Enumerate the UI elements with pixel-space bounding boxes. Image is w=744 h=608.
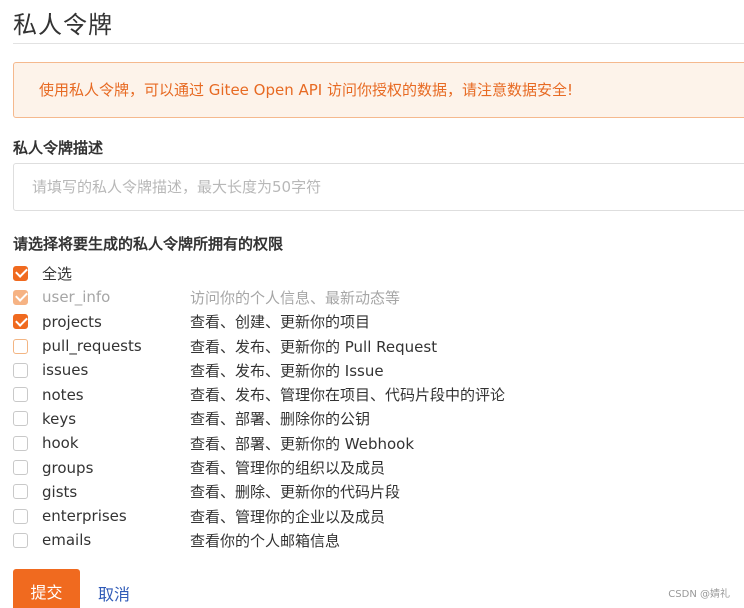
permission-checkbox[interactable] [13, 484, 28, 500]
security-alert: 使用私人令牌，可以通过 Gitee Open API 访问你授权的数据，请注意数… [13, 62, 744, 118]
permission-list: 全选 user_info 访问你的个人信息、最新动态等 projects 查看、创建、… [13, 261, 733, 553]
permission-description: 查看、删除、更新你的代码片段 [190, 483, 401, 502]
permission-name: notes [42, 385, 84, 404]
permission-name: enterprises [42, 507, 127, 526]
permission-row-user-info: user_info 访问你的个人信息、最新动态等 [13, 285, 733, 309]
permission-checkbox[interactable] [13, 411, 28, 427]
permission-description: 查看、管理你的组织以及成员 [190, 459, 386, 478]
permission-row-pull-requests[interactable]: pull_requests 查看、发布、更新你的 Pull Request [13, 334, 733, 358]
permission-row-notes[interactable]: notes 查看、发布、管理你在项目、代码片段中的评论 [13, 382, 733, 406]
permission-checkbox[interactable] [13, 435, 28, 451]
select-all-checkbox[interactable] [13, 265, 28, 281]
permission-name: hook [42, 434, 79, 453]
permission-name: pull_requests [42, 337, 142, 356]
checkmark-icon [14, 313, 28, 327]
permission-description: 查看、部署、更新你的 Webhook [190, 434, 415, 453]
permission-description: 查看、管理你的企业以及成员 [190, 507, 386, 526]
description-input[interactable] [13, 163, 744, 211]
permission-name: issues [42, 361, 89, 380]
permission-description: 查看、发布、更新你的 Issue [190, 361, 384, 380]
permission-description: 查看你的个人邮箱信息 [190, 531, 341, 550]
permission-name: projects [42, 312, 102, 331]
permission-description: 查看、部署、删除你的公钥 [190, 410, 371, 429]
permission-row-issues[interactable]: issues 查看、发布、更新你的 Issue [13, 358, 733, 382]
permission-row-projects[interactable]: projects 查看、创建、更新你的项目 [13, 310, 733, 334]
watermark: CSDN @婧礼 [668, 589, 730, 600]
title-divider [13, 43, 744, 44]
alert-text: 使用私人令牌，可以通过 Gitee Open API 访问你授权的数据，请注意数… [39, 81, 574, 99]
permission-name: emails [42, 531, 92, 550]
permission-description: 查看、发布、更新你的 Pull Request [190, 337, 438, 356]
select-all-label: 全选 [42, 264, 73, 283]
permission-checkbox[interactable] [13, 387, 28, 403]
page-title: 私人令牌 [13, 11, 113, 39]
checkmark-icon [14, 265, 28, 279]
permission-row-groups[interactable]: groups 查看、管理你的组织以及成员 [13, 455, 733, 479]
permission-checkbox [13, 289, 28, 305]
select-all-row[interactable]: 全选 [13, 261, 733, 285]
permission-description: 访问你的个人信息、最新动态等 [190, 288, 401, 307]
permission-name: gists [42, 482, 78, 501]
permission-row-enterprises[interactable]: enterprises 查看、管理你的企业以及成员 [13, 504, 733, 528]
permission-checkbox[interactable] [13, 460, 28, 476]
permission-description: 查看、创建、更新你的项目 [190, 313, 371, 332]
private-token-page: 私人令牌 使用私人令牌，可以通过 Gitee Open API 访问你授权的数据… [0, 0, 744, 608]
permissions-label: 请选择将要生成的私人令牌所拥有的权限 [13, 235, 284, 253]
permission-row-hook[interactable]: hook 查看、部署、更新你的 Webhook [13, 431, 733, 455]
permission-checkbox[interactable] [13, 362, 28, 378]
permission-row-emails[interactable]: emails 查看你的个人邮箱信息 [13, 528, 733, 552]
permission-checkbox[interactable] [13, 532, 28, 548]
cancel-link[interactable]: 取消 [98, 581, 130, 605]
permission-checkbox[interactable] [13, 338, 28, 354]
permission-name: user_info [42, 288, 111, 307]
permission-items: user_info 访问你的个人信息、最新动态等 projects 查看、创建、更新你… [13, 285, 733, 552]
checkmark-icon [14, 289, 28, 303]
permission-name: keys [42, 409, 77, 428]
permission-row-keys[interactable]: keys 查看、部署、删除你的公钥 [13, 407, 733, 431]
permission-name: groups [42, 458, 94, 477]
permission-checkbox[interactable] [13, 508, 28, 524]
permission-checkbox[interactable] [13, 313, 28, 330]
permission-description: 查看、发布、管理你在项目、代码片段中的评论 [190, 386, 506, 405]
description-label: 私人令牌描述 [13, 139, 104, 157]
submit-button[interactable]: 提交 [13, 569, 80, 608]
permission-row-gists[interactable]: gists 查看、删除、更新你的代码片段 [13, 480, 733, 504]
